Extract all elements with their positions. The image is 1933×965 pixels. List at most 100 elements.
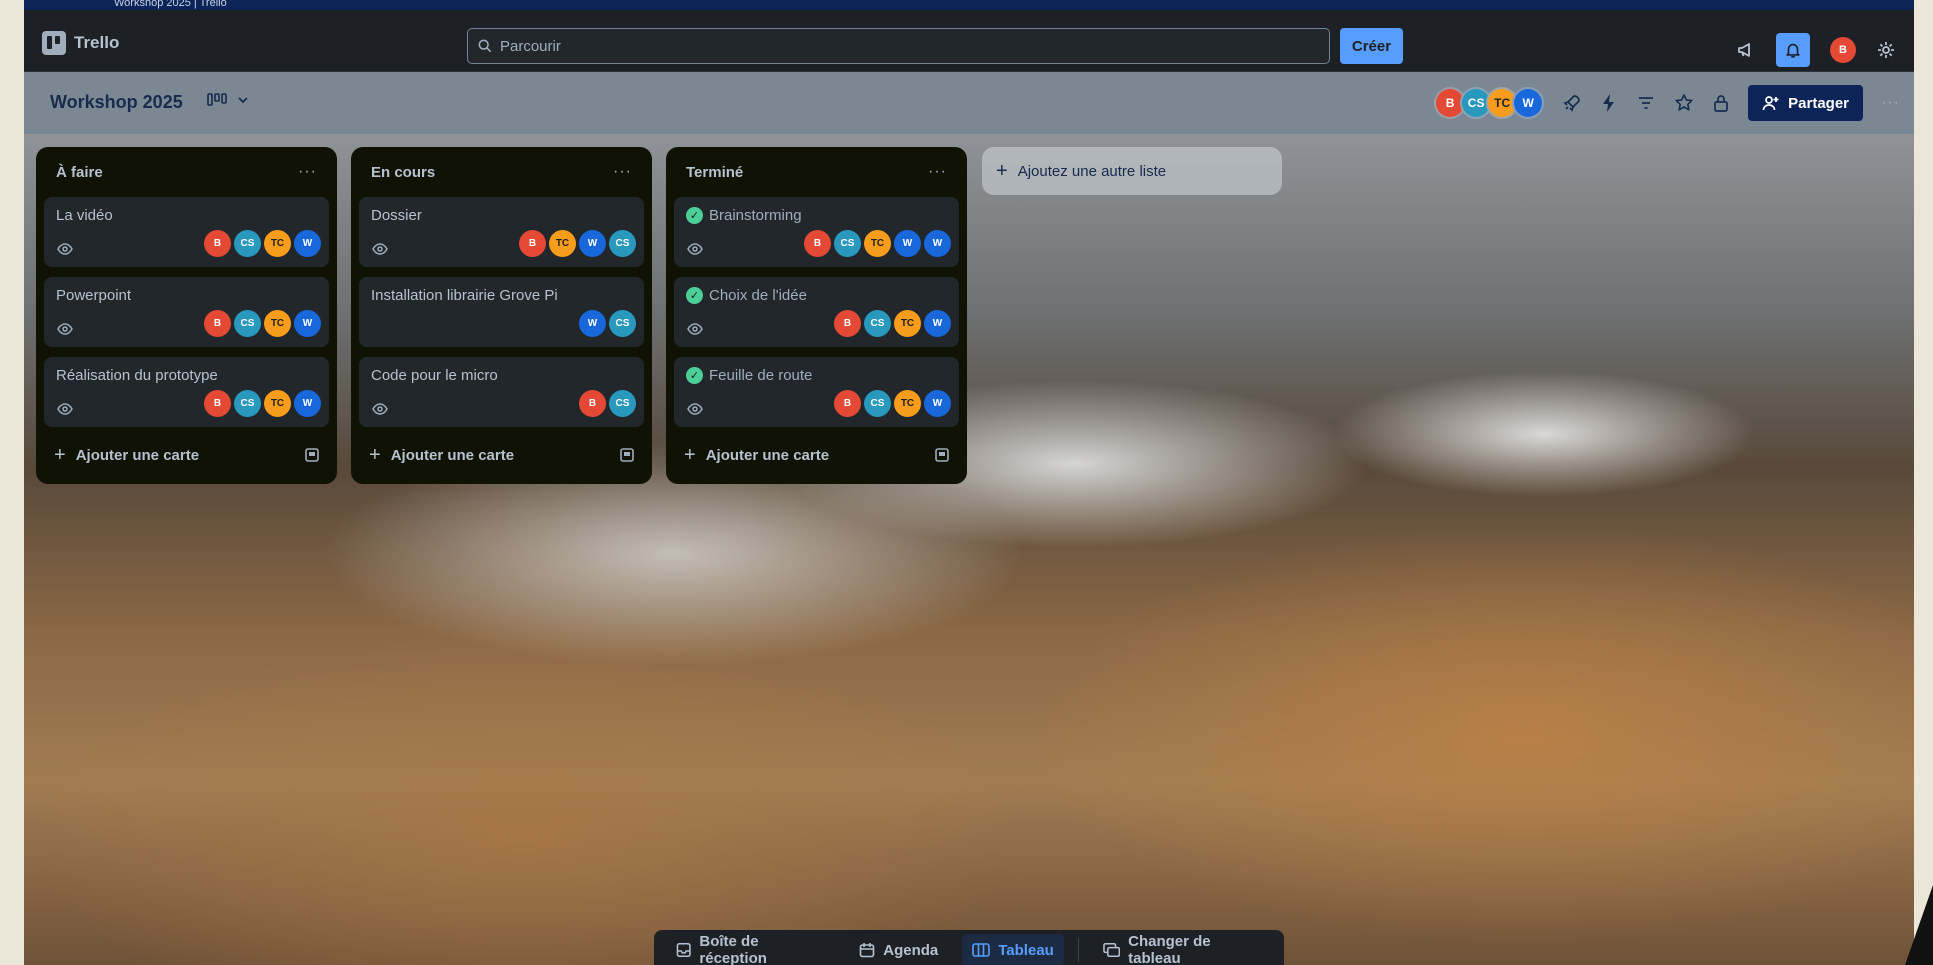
trello-home-link[interactable]: Trello	[42, 31, 119, 55]
member-avatar-cs[interactable]: CS	[234, 230, 261, 257]
member-avatar-b[interactable]: B	[834, 310, 861, 337]
card-brainstorming[interactable]: ✓ Brainstorming B CS TC W W	[674, 197, 959, 267]
add-person-icon	[1762, 96, 1779, 111]
member-avatar-b[interactable]: B	[804, 230, 831, 257]
complete-check-icon[interactable]: ✓	[686, 367, 703, 384]
card-members: B CS TC W	[204, 310, 321, 337]
member-avatar-w[interactable]: W	[294, 230, 321, 257]
create-button[interactable]: Créer	[1340, 28, 1403, 64]
complete-check-icon[interactable]: ✓	[686, 287, 703, 304]
card-dossier[interactable]: Dossier B TC W CS	[359, 197, 644, 267]
list-header[interactable]: Terminé ···	[674, 157, 959, 187]
member-avatar-tc[interactable]: TC	[264, 390, 291, 417]
list-title[interactable]: Terminé	[686, 164, 743, 181]
card-code-micro[interactable]: Code pour le micro B CS	[359, 357, 644, 427]
member-avatar-w[interactable]: W	[294, 390, 321, 417]
list-menu-icon[interactable]: ···	[928, 163, 947, 181]
member-avatar-b[interactable]: B	[519, 230, 546, 257]
megaphone-icon[interactable]	[1736, 40, 1756, 60]
add-card-button[interactable]: + Ajouter une carte	[684, 444, 829, 467]
nav-agenda[interactable]: Agenda	[849, 934, 948, 965]
list-title[interactable]: En cours	[371, 164, 435, 181]
user-avatar[interactable]: B	[1830, 37, 1856, 63]
visibility-lock-icon[interactable]	[1712, 93, 1730, 113]
nav-inbox[interactable]: Boîte de réception	[666, 933, 835, 965]
card-members: B CS TC W	[204, 390, 321, 417]
card-title-text: Brainstorming	[709, 207, 802, 224]
member-avatar-w[interactable]: W	[924, 310, 951, 337]
search-box[interactable]	[467, 28, 1330, 64]
notifications-button[interactable]	[1776, 33, 1810, 67]
list-menu-icon[interactable]: ···	[613, 163, 632, 181]
share-button[interactable]: Partager	[1748, 85, 1864, 121]
member-avatar-w[interactable]: W	[924, 390, 951, 417]
more-options-icon[interactable]: ···	[1881, 94, 1900, 112]
member-avatar-b[interactable]: B	[204, 390, 231, 417]
member-avatar-b[interactable]: B	[204, 230, 231, 257]
member-avatar-w[interactable]: W	[579, 230, 606, 257]
add-card-button[interactable]: + Ajouter une carte	[54, 444, 199, 467]
card-feuille-de-route[interactable]: ✓ Feuille de route B CS TC W	[674, 357, 959, 427]
card-installation-grove-pi[interactable]: Installation librairie Grove Pi W CS	[359, 277, 644, 347]
member-avatar-w[interactable]: W	[579, 310, 606, 337]
member-avatar-tc[interactable]: TC	[894, 310, 921, 337]
add-list-button[interactable]: + Ajoutez une autre liste	[982, 147, 1282, 195]
member-avatar-tc[interactable]: TC	[894, 390, 921, 417]
member-avatar-w[interactable]: W	[894, 230, 921, 257]
member-avatar-cs[interactable]: CS	[834, 230, 861, 257]
member-avatar-cs[interactable]: CS	[609, 230, 636, 257]
member-avatar-cs[interactable]: CS	[609, 310, 636, 337]
chevron-down-icon	[238, 97, 248, 104]
settings-gear-icon[interactable]	[1876, 40, 1896, 60]
member-avatar-w[interactable]: W	[1512, 87, 1545, 119]
add-card-button[interactable]: + Ajouter une carte	[369, 444, 514, 467]
member-avatar-cs[interactable]: CS	[234, 310, 261, 337]
card-template-icon[interactable]	[305, 448, 319, 462]
filter-icon[interactable]	[1636, 93, 1656, 113]
card-members: B CS	[579, 390, 636, 417]
card-choix-idee[interactable]: ✓ Choix de l'idée B CS TC W	[674, 277, 959, 347]
member-avatar-cs[interactable]: CS	[864, 390, 891, 417]
member-avatar-w[interactable]: W	[294, 310, 321, 337]
member-avatar-tc[interactable]: TC	[264, 230, 291, 257]
watch-eye-icon	[372, 403, 388, 415]
member-avatar-tc[interactable]: TC	[864, 230, 891, 257]
card-realisation-prototype[interactable]: Réalisation du prototype B CS TC W	[44, 357, 329, 427]
star-icon[interactable]	[1674, 93, 1694, 113]
add-card-label: Ajouter une carte	[390, 446, 515, 464]
member-avatar-cs[interactable]: CS	[609, 390, 636, 417]
member-avatar-cs[interactable]: CS	[234, 390, 261, 417]
board-members[interactable]: B CS TC W	[1434, 87, 1545, 119]
member-avatar-tc[interactable]: TC	[549, 230, 576, 257]
list-termine: Terminé ··· ✓ Brainstorming B CS TC W W …	[666, 147, 967, 484]
nav-board[interactable]: Tableau	[962, 934, 1064, 965]
member-avatar-b[interactable]: B	[579, 390, 606, 417]
watch-eye-icon	[372, 243, 388, 255]
card-title-text: Installation librairie Grove Pi	[371, 287, 558, 304]
search-input[interactable]	[500, 37, 1300, 55]
card-title-text: Feuille de route	[709, 367, 813, 384]
member-avatar-b[interactable]: B	[204, 310, 231, 337]
member-avatar-tc[interactable]: TC	[264, 310, 291, 337]
card-powerpoint[interactable]: Powerpoint B CS TC W	[44, 277, 329, 347]
member-avatar-w[interactable]: W	[924, 230, 951, 257]
list-header[interactable]: À faire ···	[44, 157, 329, 187]
board-icon	[972, 943, 991, 957]
complete-check-icon[interactable]: ✓	[686, 207, 703, 224]
board-title[interactable]: Workshop 2025	[50, 92, 183, 113]
list-title[interactable]: À faire	[56, 164, 103, 181]
member-avatar-b[interactable]: B	[834, 390, 861, 417]
card-la-video[interactable]: La vidéo B CS TC W	[44, 197, 329, 267]
board-view-switcher[interactable]	[207, 92, 249, 108]
list-menu-icon[interactable]: ···	[298, 163, 317, 181]
automation-bolt-icon[interactable]	[1600, 93, 1618, 113]
nav-switch-board[interactable]: Changer de tableau	[1093, 933, 1272, 965]
list-header[interactable]: En cours ···	[359, 157, 644, 187]
card-template-icon[interactable]	[935, 448, 949, 462]
member-avatar-cs[interactable]: CS	[864, 310, 891, 337]
card-title-text: Réalisation du prototype	[56, 367, 218, 384]
card-template-icon[interactable]	[620, 448, 634, 462]
bell-icon	[1786, 43, 1800, 58]
power-ups-rocket-icon[interactable]	[1562, 93, 1582, 113]
top-navigation-bar: Trello Créer B	[24, 10, 1914, 72]
